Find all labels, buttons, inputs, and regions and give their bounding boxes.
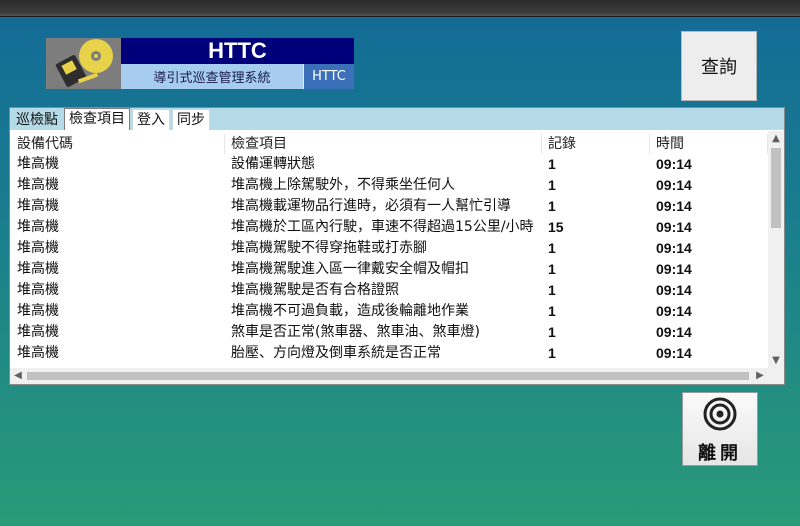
horizontal-scrollbar[interactable]: ◀ ▶: [10, 368, 768, 384]
app-logo: HTTC 導引式巡查管理系統 HTTC: [46, 38, 354, 89]
cell-inspection-item: 堆高機駕駛不得穿拖鞋或打赤腳: [231, 240, 427, 256]
cell-record: 1: [548, 324, 556, 340]
table-row[interactable]: 堆高機 煞車是否正常(煞車器、煞車油、煞車燈) 1 09:14: [11, 322, 768, 343]
cell-inspection-item: 堆高機不可過負載，造成後輪離地作業: [231, 303, 469, 319]
grid-body: 堆高機 設備運轉狀態 1 09:14 堆高機 堆高機上除駕駛外，不得乘坐任何人 1 09:14…: [11, 154, 768, 364]
cell-equipment-code: 堆高機: [17, 156, 59, 172]
cell-record: 1: [548, 303, 556, 319]
cell-equipment-code: 堆高機: [17, 345, 59, 361]
cell-record: 1: [548, 156, 556, 172]
horizontal-scroll-thumb[interactable]: [27, 372, 749, 380]
cell-inspection-item: 堆高機駕駛進入區一律戴安全帽及帽扣: [231, 261, 469, 277]
table-row[interactable]: 堆高機 胎壓、方向燈及倒車系統是否正常 1 09:14: [11, 343, 768, 364]
cell-equipment-code: 堆高機: [17, 240, 59, 256]
leave-button[interactable]: 離開: [682, 392, 758, 466]
cell-equipment-code: 堆高機: [17, 282, 59, 298]
cell-inspection-item: 堆高機駕駛是否有合格證照: [231, 282, 399, 298]
cell-equipment-code: 堆高機: [17, 303, 59, 319]
tab-strip: 巡檢點 檢查項目 登入 同步: [10, 108, 784, 130]
column-header-equipment-code[interactable]: 設備代碼: [11, 134, 225, 154]
table-row[interactable]: 堆高機 堆高機駕駛是否有合格證照 1 09:14: [11, 280, 768, 301]
cell-inspection-item: 煞車是否正常(煞車器、煞車油、煞車燈): [231, 324, 480, 340]
window-top-bar: [0, 0, 800, 17]
cell-record: 1: [548, 177, 556, 193]
cell-inspection-item: 堆高機上除駕駛外，不得乘坐任何人: [231, 177, 455, 193]
tab-inspection-items[interactable]: 檢查項目: [64, 108, 130, 130]
vertical-scroll-thumb[interactable]: [771, 148, 781, 228]
cell-time: 09:14: [656, 198, 692, 214]
cell-record: 1: [548, 240, 556, 256]
cell-equipment-code: 堆高機: [17, 177, 59, 193]
table-row[interactable]: 堆高機 堆高機駕駛不得穿拖鞋或打赤腳 1 09:14: [11, 238, 768, 259]
table-row[interactable]: 堆高機 堆高機載運物品行進時，必須有一人幫忙引導 1 09:14: [11, 196, 768, 217]
table-row[interactable]: 堆高機 堆高機於工區內行駛，車速不得超過15公里/小時 15 09:14: [11, 217, 768, 238]
leave-button-label: 離開: [698, 443, 742, 464]
scrollbar-corner: [768, 368, 784, 384]
tab-checkpoints[interactable]: 巡檢點: [12, 110, 62, 130]
inspection-grid[interactable]: 設備代碼 檢查項目 記錄 時間 堆高機 設備運轉狀態 1 09:14 堆高機 堆高機上除駕…: [11, 134, 768, 369]
cell-record: 1: [548, 282, 556, 298]
column-header-record[interactable]: 記錄: [542, 134, 650, 154]
grid-header-row: 設備代碼 檢查項目 記錄 時間: [11, 134, 768, 154]
cell-inspection-item: 堆高機載運物品行進時，必須有一人幫忙引導: [231, 198, 511, 214]
scroll-left-icon[interactable]: ◀: [10, 368, 26, 384]
tab-login[interactable]: 登入: [132, 109, 170, 130]
table-row[interactable]: 堆高機 堆高機駕駛進入區一律戴安全帽及帽扣 1 09:14: [11, 259, 768, 280]
cell-time: 09:14: [656, 261, 692, 277]
scroll-down-icon[interactable]: ▼: [768, 353, 784, 369]
cell-inspection-item: 堆高機於工區內行駛，車速不得超過15公里/小時: [231, 219, 534, 235]
table-row[interactable]: 堆高機 堆高機上除駕駛外，不得乘坐任何人 1 09:14: [11, 175, 768, 196]
scroll-up-icon[interactable]: ▲: [768, 131, 784, 147]
cell-equipment-code: 堆高機: [17, 198, 59, 214]
cell-record: 1: [548, 345, 556, 361]
cell-equipment-code: 堆高機: [17, 261, 59, 277]
cell-time: 09:14: [656, 345, 692, 361]
data-panel: 巡檢點 檢查項目 登入 同步 設備代碼 檢查項目 記錄 時間 堆高機 設備運轉狀態…: [9, 107, 785, 385]
cell-equipment-code: 堆高機: [17, 219, 59, 235]
cell-time: 09:14: [656, 282, 692, 298]
logo-badge: HTTC: [303, 64, 354, 89]
query-button[interactable]: 查詢: [681, 31, 757, 101]
vertical-scrollbar[interactable]: ▲ ▼: [768, 131, 784, 369]
target-icon: [703, 397, 737, 435]
logo-title: HTTC: [121, 38, 354, 64]
table-row[interactable]: 堆高機 設備運轉狀態 1 09:14: [11, 154, 768, 175]
cell-time: 09:14: [656, 303, 692, 319]
scroll-right-icon[interactable]: ▶: [752, 368, 768, 384]
cell-equipment-code: 堆高機: [17, 324, 59, 340]
column-header-time[interactable]: 時間: [650, 134, 768, 154]
column-header-inspection-item[interactable]: 檢查項目: [225, 134, 542, 154]
tab-sync[interactable]: 同步: [172, 109, 210, 130]
cell-time: 09:14: [656, 219, 692, 235]
cell-time: 09:14: [656, 156, 692, 172]
cell-record: 15: [548, 219, 564, 235]
table-row[interactable]: 堆高機 堆高機不可過負載，造成後輪離地作業 1 09:14: [11, 301, 768, 322]
cd-disc-icon: [46, 38, 121, 89]
cell-time: 09:14: [656, 177, 692, 193]
cell-time: 09:14: [656, 240, 692, 256]
cell-inspection-item: 設備運轉狀態: [231, 156, 315, 172]
logo-subtitle: 導引式巡查管理系統: [121, 64, 303, 89]
cell-time: 09:14: [656, 324, 692, 340]
cell-record: 1: [548, 198, 556, 214]
cell-record: 1: [548, 261, 556, 277]
cell-inspection-item: 胎壓、方向燈及倒車系統是否正常: [231, 345, 441, 361]
